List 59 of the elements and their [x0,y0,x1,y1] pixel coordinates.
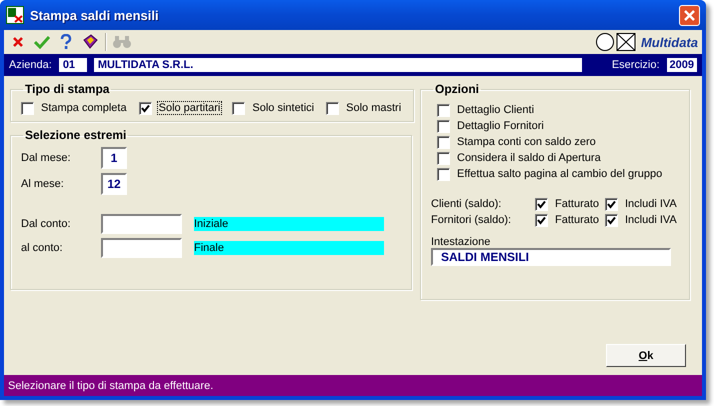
field-label: Intestazione [431,236,492,248]
checkbox[interactable] [535,198,548,210]
checkbox[interactable] [21,102,34,114]
group-title: Tipo di stampa [24,82,110,96]
checkbox[interactable] [605,214,618,226]
close-icon [683,8,696,22]
logo-text: Multidata [640,34,698,50]
checkbox-label: Stampa completa [40,101,128,115]
checkbox-label: Considera il saldo di Apertura [456,151,602,165]
checkbox-label: Fatturato [554,213,600,227]
checkbox[interactable] [437,152,450,164]
month-field[interactable]: 12 [101,173,127,195]
checkbox-label: Solo mastri [345,101,402,115]
checkbox-label: Solo sintetici [251,101,316,115]
balance-label: Fornitori (saldo): [431,214,512,226]
year-value: 2009 [666,58,697,72]
group-title: Opzioni [434,82,480,96]
account-description: Finale [194,241,384,255]
checkbox-label: Stampa conti con saldo zero [456,135,597,149]
close-button[interactable] [679,4,700,26]
checkbox[interactable] [437,168,450,180]
company-code: 01 [58,58,87,72]
heading-field[interactable]: SALDI MENSILI [431,248,671,266]
checkbox[interactable] [437,136,450,148]
account-field[interactable] [101,238,182,258]
close-icon [11,35,25,49]
checkbox-label: Includi IVA [624,197,678,211]
year-label: Esercizio: [612,59,660,71]
checkbox[interactable] [437,104,450,116]
ok-button[interactable]: Ok [606,344,686,367]
checkbox-label: Dettaglio Clienti [456,103,536,117]
checkbox-label: Dettaglio Fornitori [456,119,545,133]
group-title: Selezione estremi [24,128,128,142]
balance-label: Clienti (saldo): [431,198,502,210]
month-field[interactable]: 1 [101,147,127,169]
checkbox[interactable] [232,102,246,114]
checkbox-label: Fatturato [554,197,600,211]
company-label: Azienda: [9,59,52,71]
checkbox[interactable] [437,120,450,132]
field-label: Dal conto: [21,218,72,230]
field-label: al conto: [21,242,64,254]
check-icon [34,35,50,49]
checkbox-label: Solo partitari [156,101,222,115]
company-name: MULTIDATA S.R.L. [94,58,582,72]
checkbox[interactable] [605,198,618,210]
help-icon [60,34,72,50]
status-text: Selezionare il tipo di stampa da effettuare. [8,380,214,392]
window-title: Stampa saldi mensili [30,8,160,22]
field-label: Al mese: [21,178,65,190]
field-label: Dal mese: [21,152,72,164]
checkbox[interactable] [535,214,548,226]
checkbox-label: Effettua salto pagina al cambio del gruppo [456,167,664,181]
checkbox[interactable] [326,102,340,114]
app-icon [6,6,24,24]
checkbox-label: Includi IVA [624,213,678,227]
account-field[interactable] [101,214,182,234]
binoculars-icon [113,35,131,49]
account-description: Iniziale [194,217,384,231]
checkbox[interactable] [138,102,152,114]
